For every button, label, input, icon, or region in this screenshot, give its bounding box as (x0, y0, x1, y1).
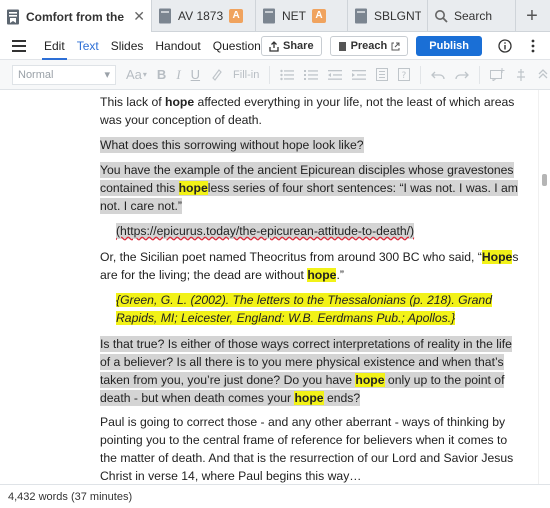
share-label: Share (282, 40, 314, 52)
fill-in-button[interactable]: Fill-in (233, 69, 259, 81)
citation-link: (https://epicurus.today/the-epicurean-at… (116, 222, 520, 240)
divider (420, 65, 422, 84)
search-icon (434, 8, 448, 24)
share-icon (269, 40, 279, 52)
font-size-button[interactable]: Aa ▾ (126, 67, 147, 82)
outdent-icon[interactable] (328, 69, 343, 81)
style-value: Normal (18, 68, 54, 81)
status-bar: 4,432 words (37 minutes) (0, 484, 550, 508)
close-icon[interactable]: ✕ (133, 8, 145, 25)
tab-net[interactable]: NET A (256, 0, 348, 32)
tab-bar: Comfort from the Rapture ✕ AV 1873 A NET… (0, 0, 550, 33)
paragraph: This lack of hope affected everything in… (100, 93, 520, 129)
svg-text:?: ? (402, 71, 407, 81)
highlighted-text: ends? (323, 391, 361, 405)
add-tab-button[interactable]: + (516, 0, 548, 32)
keyword-highlight: Hope (481, 250, 513, 264)
indent-icon[interactable] (352, 69, 367, 81)
paragraph: You have the example of the ancient Epic… (100, 161, 520, 215)
pin-icon[interactable] (515, 68, 527, 81)
paragraph: Or, the Sicilian poet named Theocritus f… (100, 248, 520, 284)
badge: A (312, 9, 326, 23)
book-icon (354, 8, 368, 24)
highlighted-text: What does this sorrowing without hope lo… (100, 137, 364, 153)
paragraph: Paul is going to correct those - and any… (100, 413, 520, 484)
preach-button[interactable]: Preach (329, 36, 409, 56)
preach-icon (338, 41, 346, 51)
insert-comment-icon[interactable] (490, 68, 505, 81)
main-toolbar: Edit Text Slides Handout Questions Share… (0, 32, 550, 60)
keyword-highlight: hope (355, 373, 385, 387)
paragraph: Is that true? Is either of those ways co… (100, 335, 520, 407)
format-toolbar: Normal ▾ Aa ▾ B I U Fill-in ? (0, 60, 550, 90)
tab-sblgnt[interactable]: SBLGNT (348, 0, 428, 32)
hamburger-menu-icon[interactable] (0, 32, 38, 60)
external-link-icon (391, 42, 400, 50)
undo-icon[interactable] (431, 70, 445, 80)
tab-search[interactable]: Search (428, 0, 516, 32)
highlight-icon[interactable] (210, 68, 223, 81)
underline-button[interactable]: U (191, 67, 200, 82)
font-size-label: Aa (126, 67, 142, 82)
document-icon (6, 9, 20, 25)
tab-label: Search (454, 9, 493, 23)
divider (269, 65, 271, 84)
highlighted-citation: {Green, G. L. (2002). The letters to the… (116, 293, 492, 325)
tab-label: AV 1873 (178, 9, 224, 23)
menu-text[interactable]: Text (71, 32, 105, 60)
tab-comfort-from-the-rapture[interactable]: Comfort from the Rapture ✕ (0, 0, 152, 33)
info-icon[interactable] (494, 35, 516, 57)
block-format-icon[interactable] (376, 68, 389, 81)
menu-slides[interactable]: Slides (105, 32, 150, 60)
chevron-down-icon: ▾ (142, 70, 147, 79)
question-block-icon[interactable]: ? (398, 68, 411, 81)
text: .” (336, 268, 344, 282)
keyword-highlight: hope (178, 181, 208, 195)
menu-handout[interactable]: Handout (149, 32, 206, 60)
menu-edit[interactable]: Edit (38, 32, 71, 60)
collapse-toolbar-icon[interactable] (537, 68, 549, 81)
chevron-down-icon: ▾ (104, 69, 110, 81)
divider (479, 65, 481, 84)
scrollbar[interactable] (538, 90, 550, 484)
scroll-thumb[interactable] (542, 174, 547, 186)
tab-label: Comfort from the Rapture (26, 9, 125, 24)
numbered-list-icon[interactable] (304, 69, 319, 81)
book-icon (158, 8, 172, 24)
keyword-highlight: hope (294, 391, 324, 405)
document-content[interactable]: This lack of hope affected everything in… (0, 90, 550, 484)
keyword-highlight: hope (307, 268, 337, 282)
keyword: hope (165, 95, 195, 109)
more-options-icon[interactable] (522, 35, 544, 57)
share-button[interactable]: Share (260, 36, 322, 56)
tab-label: NET (282, 9, 306, 23)
preach-label: Preach (350, 40, 388, 52)
publish-button[interactable]: Publish (416, 36, 482, 56)
citation-quote: {Green, G. L. (2002). The letters to the… (116, 291, 516, 327)
word-count: 4,432 words (37 minutes) (8, 490, 133, 503)
text: Paul is going to correct those - and any… (100, 415, 514, 483)
add-icon: + (526, 4, 538, 27)
bulleted-list-icon[interactable] (280, 69, 295, 81)
bold-button[interactable]: B (157, 67, 166, 82)
text: Or, the Sicilian poet named Theocritus f… (100, 250, 482, 264)
redo-icon[interactable] (455, 70, 470, 80)
paragraph: What does this sorrowing without hope lo… (100, 136, 520, 154)
tab-av-1873[interactable]: AV 1873 A (152, 0, 256, 32)
link-text[interactable]: (https://epicurus.today/the-epicurean-at… (116, 223, 415, 239)
badge: A (229, 9, 244, 23)
text: This lack of (100, 95, 166, 109)
book-icon (262, 8, 276, 24)
tab-label: SBLGNT (374, 9, 421, 23)
italic-button[interactable]: I (176, 67, 180, 83)
paragraph-style-select[interactable]: Normal ▾ (12, 64, 116, 85)
